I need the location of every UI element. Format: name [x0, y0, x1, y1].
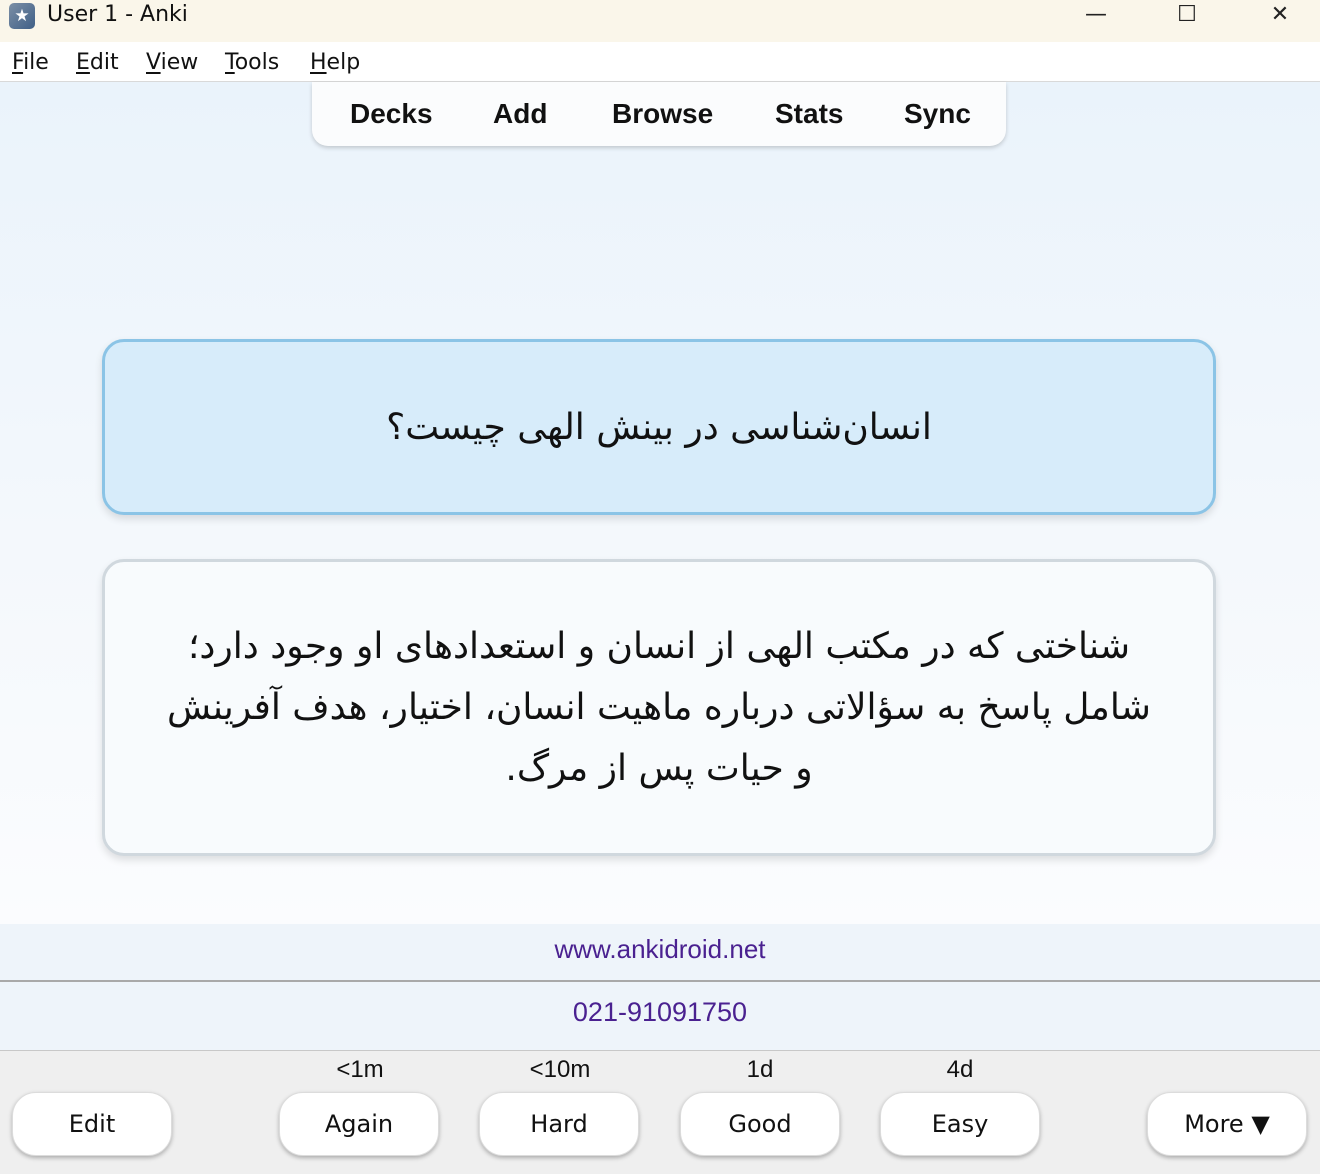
- footer-divider: [0, 980, 1320, 982]
- menu-bar: File Edit View Tools Help: [0, 42, 1320, 82]
- toolbar-stats[interactable]: Stats: [775, 98, 843, 130]
- menu-edit[interactable]: Edit: [76, 50, 119, 75]
- menu-tools-mnemonic: T: [225, 50, 235, 75]
- hard-interval: <10m: [529, 1056, 591, 1083]
- toolbar-sync[interactable]: Sync: [904, 98, 971, 130]
- question-card: انسان‌شناسی در بینش الهی چیست؟: [102, 339, 1216, 515]
- window-title: User 1 - Anki: [47, 2, 188, 27]
- toolbar-browse[interactable]: Browse: [612, 98, 713, 130]
- phone-link[interactable]: 021-91091750: [0, 997, 1320, 1028]
- answer-card: شناختی که در مکتب الهی از انسان و استعدا…: [102, 559, 1216, 856]
- menu-view-label: iew: [160, 50, 199, 75]
- again-interval: <1m: [336, 1056, 384, 1083]
- menu-file-label: ile: [23, 50, 49, 75]
- maximize-button[interactable]: ☐: [1164, 0, 1210, 32]
- title-bar: ★ User 1 - Anki — ☐ ✕: [0, 0, 1320, 42]
- menu-file-mnemonic: F: [12, 50, 24, 75]
- menu-edit-label: dit: [89, 50, 119, 75]
- answer-bar: [0, 1050, 1320, 1174]
- toolbar-add[interactable]: Add: [493, 98, 547, 130]
- minimize-button[interactable]: —: [1073, 0, 1119, 32]
- good-interval: 1d: [746, 1056, 774, 1083]
- easy-button[interactable]: Easy: [880, 1092, 1040, 1156]
- menu-view[interactable]: View: [146, 50, 198, 75]
- more-button[interactable]: More ▼: [1147, 1092, 1307, 1156]
- toolbar-decks[interactable]: Decks: [350, 98, 433, 130]
- close-button[interactable]: ✕: [1257, 0, 1303, 32]
- menu-help-mnemonic: H: [310, 50, 327, 75]
- anki-star-icon: ★: [9, 3, 35, 29]
- menu-tools-label: ools: [234, 50, 280, 75]
- website-link[interactable]: www.ankidroid.net: [0, 934, 1320, 965]
- question-text: انسان‌شناسی در بینش الهی چیست؟: [386, 406, 932, 448]
- menu-file[interactable]: File: [12, 50, 49, 75]
- hard-button[interactable]: Hard: [479, 1092, 639, 1156]
- good-button[interactable]: Good: [680, 1092, 840, 1156]
- menu-tools[interactable]: Tools: [225, 50, 279, 75]
- menu-view-mnemonic: V: [146, 50, 161, 75]
- answer-text: شناختی که در مکتب الهی از انسان و استعدا…: [167, 626, 1151, 789]
- edit-button[interactable]: Edit: [12, 1092, 172, 1156]
- menu-help[interactable]: Help: [310, 50, 360, 75]
- menu-help-label: elp: [326, 50, 361, 75]
- again-button[interactable]: Again: [279, 1092, 439, 1156]
- top-toolbar: Decks Add Browse Stats Sync: [312, 82, 1006, 146]
- easy-interval: 4d: [946, 1056, 974, 1083]
- menu-edit-mnemonic: E: [76, 50, 90, 75]
